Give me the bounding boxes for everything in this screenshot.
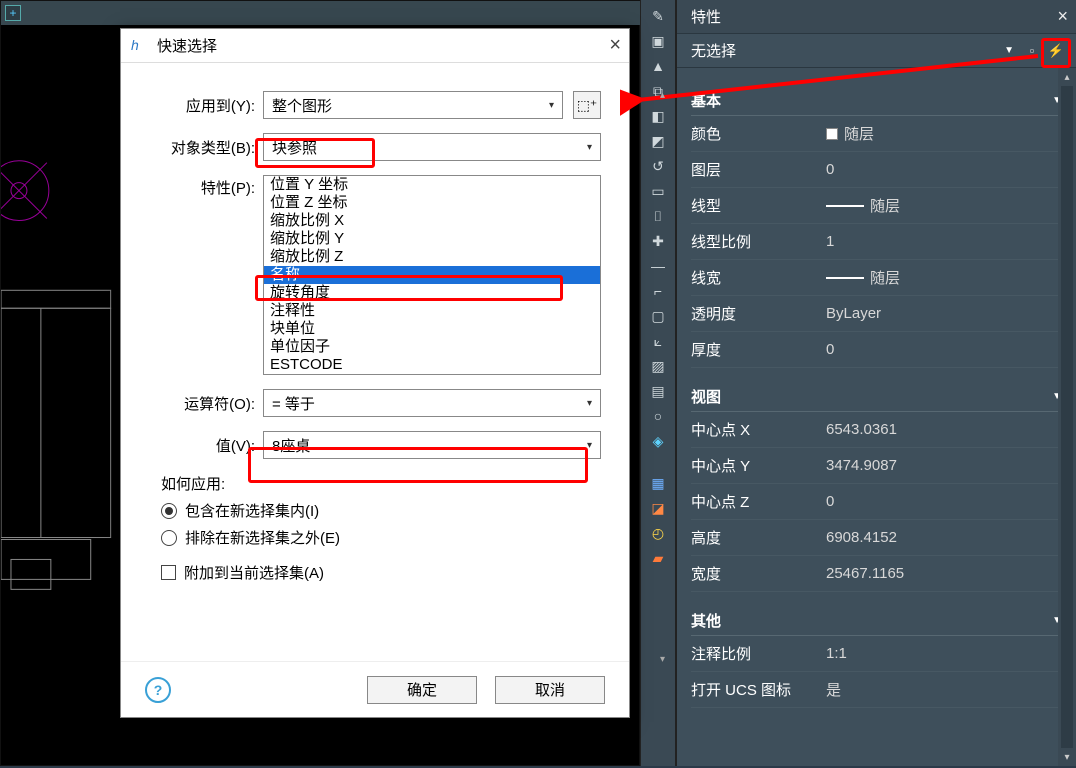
section-header-other[interactable]: 其他▼: [691, 606, 1068, 636]
howto-label: 如何应用:: [161, 473, 601, 494]
list-item: 缩放比例 Y: [264, 230, 600, 248]
tool-icon[interactable]: —: [648, 256, 668, 276]
tool-icon[interactable]: ✚: [648, 231, 668, 251]
cancel-button[interactable]: 取消: [495, 676, 605, 704]
tool-icon[interactable]: ✎: [648, 6, 668, 26]
list-item: 块单位: [264, 320, 600, 338]
radio-exclude[interactable]: 排除在新选择集之外(E): [161, 527, 601, 548]
apply-to-combo[interactable]: 整个图形▾: [263, 91, 563, 119]
tool-icon[interactable]: ▣: [648, 31, 668, 51]
nav-down-icon[interactable]: ▾: [660, 654, 672, 665]
tool-icon[interactable]: ▢: [648, 306, 668, 326]
append-checkbox[interactable]: 附加到当前选择集(A): [161, 562, 601, 583]
nav-up-icon[interactable]: ▴: [660, 90, 672, 101]
value-combo[interactable]: 8座桌▾: [263, 431, 601, 459]
properties-body: 基本▼ 颜色 随层 图层0 线型随层 线型比例1 线宽随层 透明度ByLayer…: [677, 68, 1076, 766]
tool-icon[interactable]: ◧: [648, 106, 668, 126]
operator-combo[interactable]: = 等于▾: [263, 389, 601, 417]
prop-row: 颜色 随层: [691, 116, 1068, 152]
tool-icon[interactable]: ↺: [648, 156, 668, 176]
tool-icon[interactable]: ▦: [648, 473, 668, 493]
properties-label: 特性(P):: [149, 175, 255, 198]
radio-include[interactable]: 包含在新选择集内(I): [161, 500, 601, 521]
list-item: 位置 Y 坐标: [264, 176, 600, 194]
list-item-selected: 名称: [264, 266, 600, 284]
operator-label: 运算符(O):: [149, 393, 255, 414]
properties-listbox[interactable]: 位置 Y 坐标 位置 Z 坐标 缩放比例 X 缩放比例 Y 缩放比例 Z 名称 …: [263, 175, 601, 375]
tool-icon[interactable]: ▭: [648, 181, 668, 201]
tool-icon[interactable]: ◩: [648, 131, 668, 151]
apply-to-label: 应用到(Y):: [149, 95, 255, 116]
tool-icon[interactable]: ▨: [648, 356, 668, 376]
tool-icon[interactable]: ◈: [648, 431, 668, 451]
properties-panel: 特性 × 无选择 ▼ ▫ ⚡ 基本▼ 颜色 随层 图层0 线型随层 线型比例1 …: [676, 0, 1076, 766]
tool-icon[interactable]: ▤: [648, 381, 668, 401]
tool-icon[interactable]: ⌷: [648, 206, 668, 226]
help-button[interactable]: ?: [145, 677, 171, 703]
scrollbar[interactable]: ▴▾: [1058, 68, 1076, 766]
value-label: 值(V):: [149, 435, 255, 456]
section-header-basic[interactable]: 基本▼: [691, 86, 1068, 116]
list-item: 旋转角度: [264, 284, 600, 302]
new-tab-icon[interactable]: +: [5, 5, 21, 21]
quick-select-icon[interactable]: ⚡: [1046, 41, 1066, 61]
list-item: 注释性: [264, 302, 600, 320]
quick-select-dialog: h 快速选择 × 应用到(Y): 整个图形▾ ⬚⁺ 对象类型(B): 块参照▾ …: [120, 28, 630, 718]
tool-icon[interactable]: ○: [648, 406, 668, 426]
section-header-view[interactable]: 视图▼: [691, 382, 1068, 412]
tool-icon[interactable]: ⟀: [648, 331, 668, 351]
chevron-down-icon[interactable]: ▼: [1004, 45, 1014, 56]
tool-icon[interactable]: ◪: [648, 498, 668, 518]
tool-icon[interactable]: ⌐: [648, 281, 668, 301]
object-type-label: 对象类型(B):: [149, 137, 255, 158]
selection-label: 无选择: [691, 40, 736, 61]
list-item: ESTCODE: [264, 356, 600, 374]
close-icon[interactable]: ×: [609, 34, 621, 57]
vertical-toolbar: ✎ ▣ ▲ ⧉ ◧ ◩ ↺ ▭ ⌷ ✚ — ⌐ ▢ ⟀ ▨ ▤ ○ ◈ ▦ ◪ …: [640, 0, 676, 766]
list-item: 单位因子: [264, 338, 600, 356]
tool-icon[interactable]: ▲: [648, 56, 668, 76]
tool-icon[interactable]: ◴: [648, 523, 668, 543]
panel-title: 特性: [691, 6, 721, 27]
select-icon[interactable]: ▫: [1022, 41, 1042, 61]
tool-icon[interactable]: ▰: [648, 548, 668, 568]
dialog-logo-icon: h: [131, 37, 149, 55]
list-item: 缩放比例 X: [264, 212, 600, 230]
dialog-title: 快速选择: [157, 35, 217, 56]
pick-objects-button[interactable]: ⬚⁺: [573, 91, 601, 119]
close-icon[interactable]: ×: [1057, 6, 1068, 27]
list-item: 位置 Z 坐标: [264, 194, 600, 212]
list-item: 缩放比例 Z: [264, 248, 600, 266]
ok-button[interactable]: 确定: [367, 676, 477, 704]
object-type-combo[interactable]: 块参照▾: [263, 133, 601, 161]
cad-tabbar: +: [1, 1, 641, 25]
